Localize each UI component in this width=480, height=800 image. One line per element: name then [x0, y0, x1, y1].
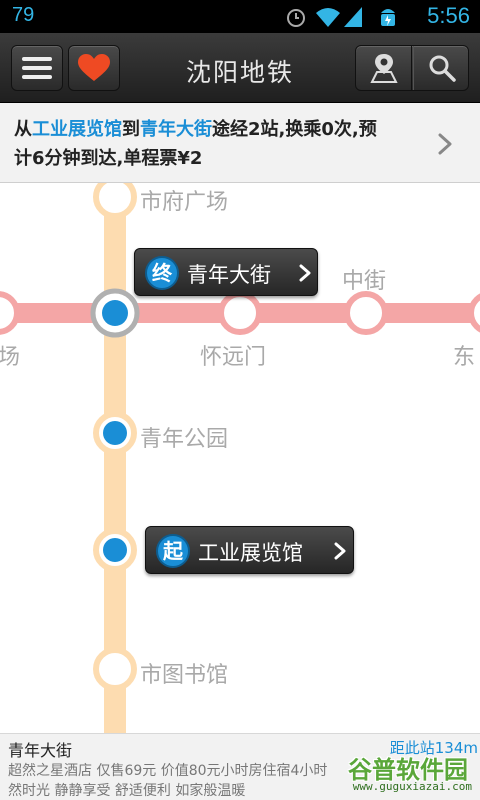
chevron-right-icon — [438, 133, 452, 155]
station-node-huaiyuanmen[interactable] — [218, 291, 262, 335]
route-dot — [102, 300, 128, 326]
status-time: 5:56 — [427, 3, 470, 28]
station-node-right-edge[interactable] — [468, 293, 480, 333]
station-label-shifu: 市府广场 — [140, 190, 229, 215]
search-button[interactable] — [413, 46, 469, 90]
end-station-callout[interactable]: 终 青年大街 — [134, 248, 318, 296]
route-from-station: 工业展览馆 — [32, 119, 122, 140]
station-node-left-edge[interactable] — [0, 291, 20, 335]
chevron-right-icon — [299, 264, 311, 282]
search-icon — [429, 55, 456, 82]
status-notification-count: 79 — [12, 4, 35, 26]
route-summary-text: 从工业展览馆到青年大街途经2站,换乘0次,预 计6分钟到达,单程票¥2 — [14, 115, 426, 173]
android-icon — [381, 9, 395, 26]
watermark: 谷普软件园 www.guguxiazai.com — [330, 750, 476, 798]
station-node-shi-tushuguan[interactable] — [93, 647, 137, 691]
ad-text-line2: 然时光 静静享受 舒适便利 如家般温暖 — [8, 783, 246, 799]
station-node-shifu[interactable] — [93, 183, 137, 219]
end-station-name: 青年大街 — [187, 263, 271, 287]
station-label-qingnian-gongyuan: 青年公园 — [140, 427, 229, 452]
start-station-name: 工业展览馆 — [198, 541, 303, 565]
subway-map[interactable]: 市府广场 场 怀远门 中街 东 青年公园 市图书馆 终 青年大街 起 工业展览馆 — [0, 183, 480, 733]
station-label-zhongjie: 中街 — [342, 269, 387, 294]
end-badge: 终 — [145, 256, 179, 290]
ad-text-line1: 超然之星酒店 仅售69元 价值80元小时房住宿4小时 — [8, 763, 328, 779]
route-to-station: 青年大街 — [140, 119, 212, 140]
route-from-prefix: 从 — [14, 119, 32, 140]
wifi-icon — [316, 8, 340, 27]
station-label-left-edge: 场 — [0, 345, 21, 370]
chevron-right-icon — [334, 542, 346, 560]
status-bar: 79 5:56 — [0, 0, 480, 33]
start-station-callout[interactable]: 起 工业展览馆 — [145, 526, 354, 574]
station-node-zhongjie[interactable] — [344, 291, 388, 335]
route-dot — [103, 421, 127, 445]
signal-icon — [344, 7, 362, 27]
location-button[interactable] — [356, 46, 412, 90]
toolbar-right-group — [355, 45, 469, 91]
watermark-url: www.guguxiazai.com — [352, 780, 472, 793]
map-pin-icon — [369, 54, 398, 83]
alarm-icon — [287, 9, 305, 27]
station-label-shi-tushuguan: 市图书馆 — [140, 663, 229, 688]
title-bar: 沈阳地铁 — [0, 33, 480, 103]
start-badge: 起 — [156, 534, 190, 568]
route-to-word: 到 — [122, 119, 140, 140]
route-summary-banner[interactable]: 从工业展览馆到青年大街途经2站,换乘0次,预 计6分钟到达,单程票¥2 — [0, 103, 480, 183]
route-summary-line1: 途经2站,换乘0次,预 — [212, 119, 377, 140]
nearby-station-title: 青年大街 — [8, 741, 73, 760]
route-dot — [103, 538, 127, 562]
route-summary-line2: 计6分钟到达,单程票¥2 — [14, 148, 203, 169]
station-label-huaiyuanmen: 怀远门 — [200, 345, 267, 370]
station-label-right-edge: 东 — [453, 345, 476, 370]
